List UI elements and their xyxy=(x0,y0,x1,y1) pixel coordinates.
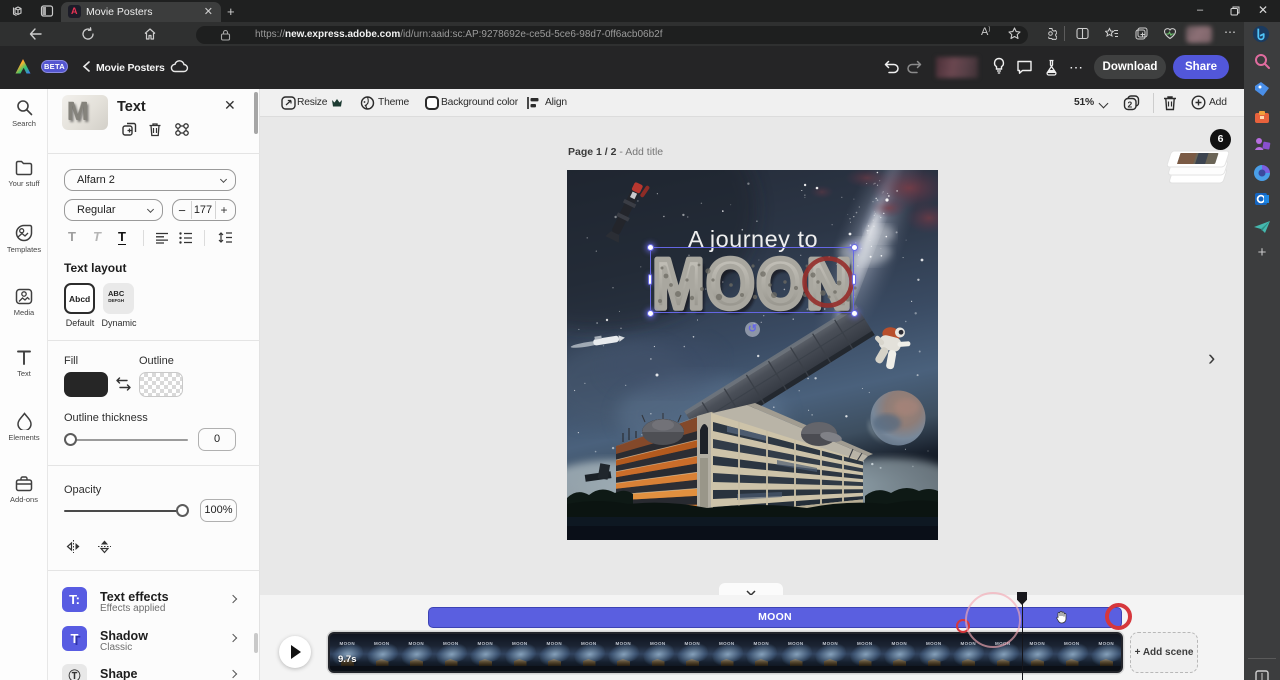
svg-text:2: 2 xyxy=(1128,100,1133,110)
